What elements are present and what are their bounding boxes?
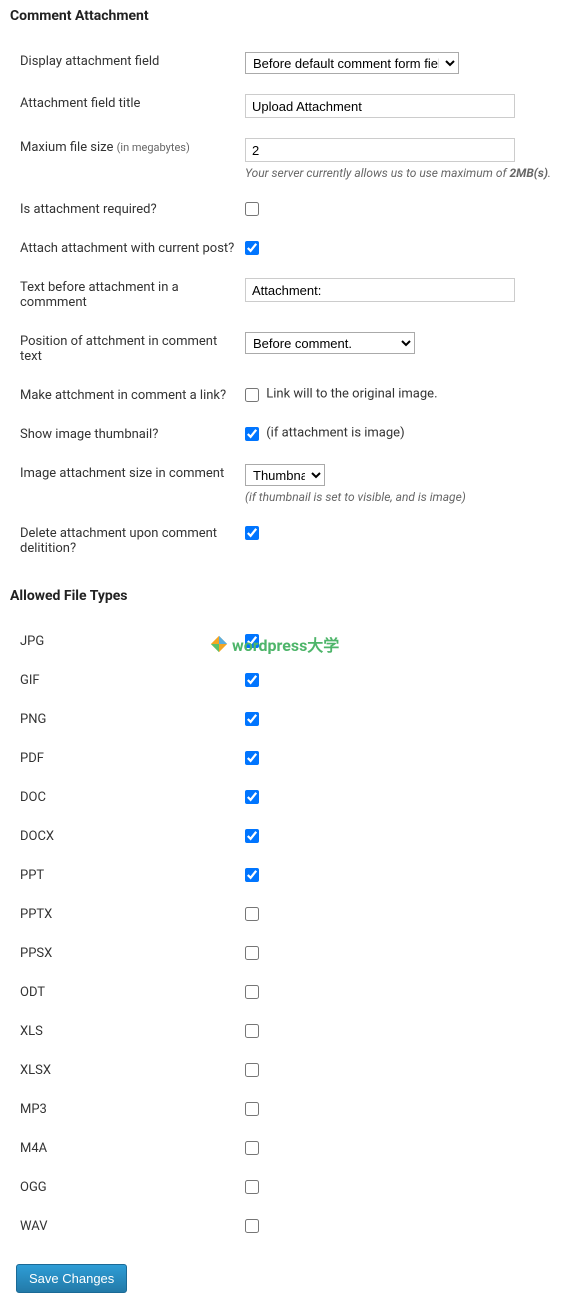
filetype-checkbox[interactable] [245,1141,259,1155]
filetype-label: DOCX [10,817,245,856]
hint-img-size: (if thumbnail is set to visible, and is … [245,490,551,504]
filetype-checkbox[interactable] [245,907,259,921]
label-show-thumb: Show image thumbnail? [10,415,245,454]
filetype-checkbox[interactable] [245,1063,259,1077]
file-types-table: JPGGIFPNGPDFDOCDOCXPPTPPTXPPSXODTXLSXLSX… [10,622,561,1246]
select-display-field[interactable]: Before default comment form fields. [245,52,459,74]
filetype-checkbox[interactable] [245,751,259,765]
filetype-label: MP3 [10,1090,245,1129]
settings-table: Display attachment field Before default … [10,42,561,568]
filetype-checkbox[interactable] [245,634,259,648]
input-max-size[interactable] [245,138,515,162]
filetype-label: PPT [10,856,245,895]
select-img-size[interactable]: Thumbnail [245,464,325,486]
filetype-checkbox[interactable] [245,1102,259,1116]
filetype-checkbox[interactable] [245,985,259,999]
filetype-label: PNG [10,700,245,739]
label-position: Position of attchment in comment text [10,322,245,376]
filetype-label: GIF [10,661,245,700]
checkbox-make-link[interactable] [245,388,259,402]
checkbox-attach-post[interactable] [245,241,259,255]
checkbox-required[interactable] [245,202,259,216]
checkbox-delete-on[interactable] [245,526,259,540]
filetype-label: ODT [10,973,245,1012]
filetype-checkbox[interactable] [245,946,259,960]
filetype-label: PPTX [10,895,245,934]
filetype-label: DOC [10,778,245,817]
filetype-label: M4A [10,1129,245,1168]
filetype-checkbox[interactable] [245,790,259,804]
label-make-link: Make attchment in comment a link? [10,376,245,415]
filetype-checkbox[interactable] [245,829,259,843]
filetype-checkbox[interactable] [245,673,259,687]
input-text-before[interactable] [245,278,515,302]
filetype-checkbox[interactable] [245,868,259,882]
input-title-field[interactable] [245,94,515,118]
filetype-label: JPG [10,622,245,661]
label-max-size: Maxium file size (in megabytes) [10,128,245,190]
label-title-field: Attachment field title [10,84,245,128]
section-heading-allowed-file-types: Allowed File Types [10,588,561,604]
filetype-checkbox[interactable] [245,1024,259,1038]
label-delete-on: Delete attachment upon comment delititio… [10,514,245,568]
filetype-label: XLSX [10,1051,245,1090]
filetype-label: XLS [10,1012,245,1051]
label-required: Is attachment required? [10,190,245,229]
label-text-before: Text before attachment in a commment [10,268,245,322]
inline-make-link: Link will to the original image. [266,386,437,401]
filetype-label: WAV [10,1207,245,1246]
save-button[interactable]: Save Changes [16,1264,127,1293]
inline-show-thumb: (if attachment is image) [266,425,404,440]
filetype-checkbox[interactable] [245,712,259,726]
filetype-label: PDF [10,739,245,778]
filetype-label: OGG [10,1168,245,1207]
label-display-field: Display attachment field [10,42,245,84]
label-img-size: Image attachment size in comment [10,454,245,514]
hint-max-size: Your server currently allows us to use m… [245,166,551,180]
section-heading-comment-attachment: Comment Attachment [10,8,561,24]
filetype-label: PPSX [10,934,245,973]
filetype-checkbox[interactable] [245,1180,259,1194]
checkbox-show-thumb[interactable] [245,427,259,441]
select-position[interactable]: Before comment. [245,332,415,354]
filetype-checkbox[interactable] [245,1219,259,1233]
label-attach-post: Attach attachment with current post? [10,229,245,268]
